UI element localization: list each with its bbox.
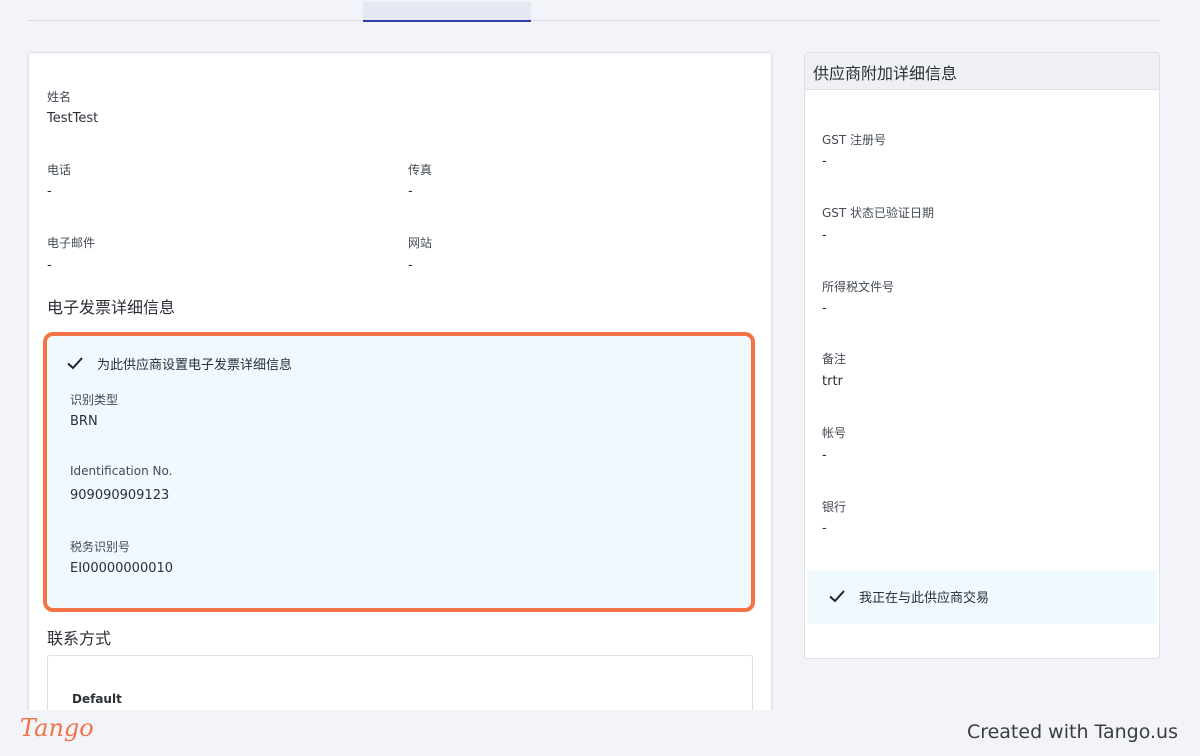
remarks-value: trtr <box>822 374 843 389</box>
check-icon <box>829 590 845 603</box>
fax-value: - <box>408 184 413 199</box>
tango-logo: Tango <box>20 714 94 742</box>
trading-checkbox-row: 我正在与此供应商交易 <box>807 570 1157 624</box>
additional-details-title: 供应商附加详细信息 <box>813 64 958 83</box>
website-value: - <box>408 258 413 273</box>
gst-date-value: - <box>822 228 827 243</box>
contact-default-label: Default <box>72 692 122 706</box>
account-label: 帐号 <box>822 426 847 440</box>
tax-file-value: - <box>822 301 827 316</box>
bank-label: 银行 <box>822 500 847 514</box>
einvoice-checkbox-label: 为此供应商设置电子发票详细信息 <box>97 357 293 373</box>
account-value: - <box>822 448 827 463</box>
gst-reg-value: - <box>822 154 827 169</box>
tax-id-value: EI00000000010 <box>70 561 174 576</box>
phone-label: 电话 <box>47 163 72 177</box>
tax-id-label: 税务识别号 <box>70 540 131 554</box>
einvoice-details-box: 为此供应商设置电子发票详细信息 识别类型 BRN Identification … <box>43 332 755 612</box>
trading-checkbox[interactable]: 我正在与此供应商交易 <box>827 586 989 606</box>
fax-label: 传真 <box>408 163 433 177</box>
additional-details-card: 供应商附加详细信息 GST 注册号 - GST 状态已验证日期 - 所得税文件号… <box>804 52 1160 659</box>
tango-footer: Tango Created with Tango.us <box>0 710 1200 756</box>
id-type-label: 识别类型 <box>70 393 119 407</box>
additional-details-header: 供应商附加详细信息 <box>805 53 1159 90</box>
id-no-label: Identification No. <box>70 464 173 478</box>
active-tab[interactable] <box>363 2 531 22</box>
gst-date-label: GST 状态已验证日期 <box>822 206 935 220</box>
created-with-text: Created with Tango.us <box>966 721 1178 743</box>
website-label: 网站 <box>408 236 433 250</box>
name-label: 姓名 <box>47 90 72 104</box>
id-no-value: 909090909123 <box>70 488 170 503</box>
tax-file-label: 所得税文件号 <box>822 280 895 294</box>
contact-section-title: 联系方式 <box>47 629 112 648</box>
email-value: - <box>47 258 52 273</box>
name-value: TestTest <box>47 111 99 126</box>
gst-reg-label: GST 注册号 <box>822 133 887 147</box>
einvoice-section-title: 电子发票详细信息 <box>47 298 176 317</box>
remarks-label: 备注 <box>822 352 847 366</box>
supplier-details-card: 姓名 TestTest 电话 - 传真 - 电子邮件 - 网站 - 电子发票详细… <box>28 52 772 747</box>
id-type-value: BRN <box>70 414 98 429</box>
trading-checkbox-label: 我正在与此供应商交易 <box>859 590 990 606</box>
bank-value: - <box>822 521 827 536</box>
top-divider <box>28 20 1160 21</box>
phone-value: - <box>47 184 52 199</box>
email-label: 电子邮件 <box>47 236 96 250</box>
check-icon <box>67 357 83 370</box>
einvoice-checkbox[interactable]: 为此供应商设置电子发票详细信息 <box>65 353 292 373</box>
